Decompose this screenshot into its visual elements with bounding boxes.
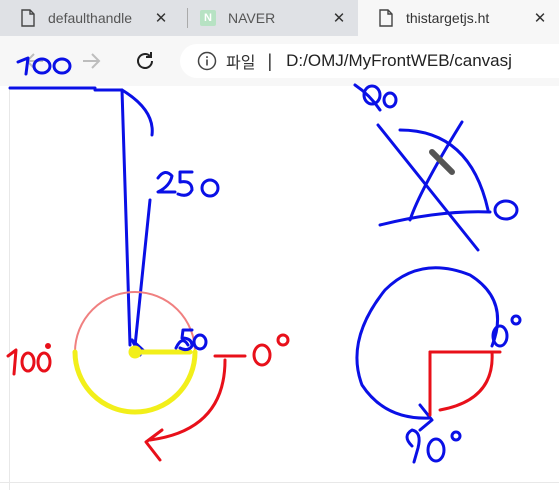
label-250 bbox=[156, 170, 220, 198]
ray-250 bbox=[93, 88, 154, 357]
label-0-left bbox=[252, 333, 290, 367]
right-circle bbox=[355, 266, 502, 432]
ink-overlay bbox=[6, 56, 522, 464]
label-180 bbox=[6, 343, 52, 376]
label-90-bottom bbox=[405, 428, 462, 464]
left-circle bbox=[72, 291, 198, 415]
upper-right-sketch bbox=[353, 83, 519, 252]
label-100 bbox=[8, 56, 97, 90]
